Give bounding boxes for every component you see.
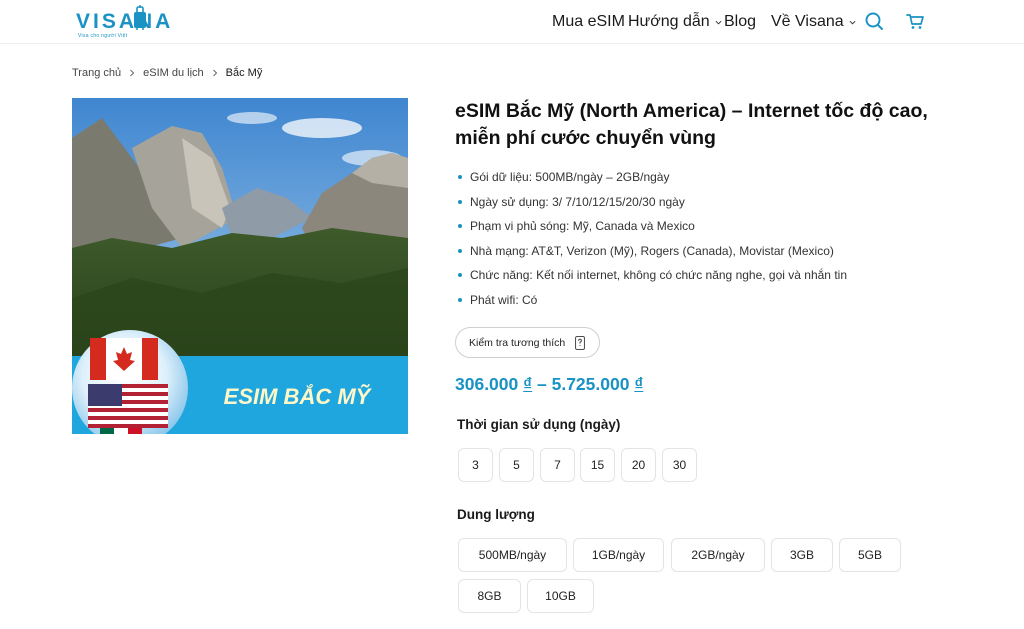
nav-label: Mua eSIM [552,13,625,30]
capacity-option-5gb[interactable]: 5GB [839,538,901,572]
feature-item: Chức năng: Kết nối internet, không có ch… [458,266,847,291]
currency-symbol: ₫ [523,374,533,394]
cart-icon[interactable] [905,11,925,31]
breadcrumb-home[interactable]: Trang chủ [72,67,121,79]
feature-text: Ngày sử dụng: 3/ 7/10/12/15/20/30 ngày [470,194,685,209]
site-header: VISANA Visa cho người Việt Mua eSIM Hướn… [0,0,1024,44]
feature-item: Gói dữ liệu: 500MB/ngày – 2GB/ngày [458,168,847,193]
feature-item: Phạm vi phủ sóng: Mỹ, Canada và Mexico [458,217,847,242]
duration-option-20[interactable]: 20 [621,448,656,482]
nav-label: Hướng dẫn [628,13,710,30]
breadcrumb: Trang chủ eSIM du lịch Bắc Mỹ [72,67,262,79]
price-min: 306.000 [455,374,519,394]
feature-item: Ngày sử dụng: 3/ 7/10/12/15/20/30 ngày [458,193,847,218]
feature-text: Phát wifi: Có [470,292,538,307]
bullet-icon [458,273,462,278]
nav-blog[interactable]: Blog [724,13,756,31]
feature-text: Phạm vi phủ sóng: Mỹ, Canada và Mexico [470,219,695,234]
feature-item: Nhà mạng: AT&T, Verizon (Mỹ), Rogers (Ca… [458,242,847,267]
capacity-option-1gb[interactable]: 1GB/ngày [573,538,664,572]
bullet-icon [458,199,462,204]
nav-label: Blog [724,13,757,30]
chevron-down-icon [715,20,722,24]
duration-label: Thời gian sử dụng (ngày) [457,417,621,432]
duration-option-3[interactable]: 3 [458,448,493,482]
chevron-right-icon [212,69,217,77]
nav-mua-esim[interactable]: Mua eSIM [552,13,625,31]
product-title: eSIM Bắc Mỹ (North America) – Internet t… [455,100,928,149]
bullet-icon [458,297,462,302]
currency-symbol: ₫ [634,374,644,394]
capacity-option-8gb[interactable]: 8GB [458,579,521,613]
price-range: 306.000 ₫ – 5.725.000 ₫ [455,374,643,395]
feature-text: Nhà mạng: AT&T, Verizon (Mỹ), Rogers (Ca… [470,243,834,258]
duration-option-30[interactable]: 30 [662,448,697,482]
logo-text: VISANA [76,10,174,33]
chevron-right-icon [130,69,135,77]
capacity-option-500mb[interactable]: 500MB/ngày [458,538,567,572]
capacity-option-10gb[interactable]: 10GB [527,579,594,613]
duration-option-5[interactable]: 5 [499,448,534,482]
price-separator: – [532,374,552,394]
capacity-option-3gb[interactable]: 3GB [771,538,833,572]
nav-huong-dan[interactable]: Hướng dẫn [628,13,722,31]
chevron-down-icon [849,20,856,24]
duration-option-15[interactable]: 15 [580,448,615,482]
feature-list: Gói dữ liệu: 500MB/ngày – 2GB/ngày Ngày … [458,168,847,316]
bullet-icon [458,248,462,253]
feature-text: Chức năng: Kết nối internet, không có ch… [470,268,847,283]
bullet-icon [458,175,462,179]
breadcrumb-esim-du-lich[interactable]: eSIM du lịch [143,67,204,79]
logo-tagline: Visa cho người Việt [78,33,128,39]
feature-text: Gói dữ liệu: 500MB/ngày – 2GB/ngày [470,170,670,184]
banner-text: ESIM BẮC MỸ [224,384,373,409]
compat-button-label: Kiểm tra tương thích [469,336,566,349]
check-compatibility-button[interactable]: Kiểm tra tương thích [455,327,600,358]
nav-label: Về Visana [771,13,844,30]
capacity-label: Dung lượng [457,507,535,522]
feature-item: Phát wifi: Có [458,291,847,316]
visana-logo[interactable]: VISANA Visa cho người Việt [76,4,170,40]
bullet-icon [458,224,462,229]
nav-ve-visana[interactable]: Về Visana [771,13,856,31]
product-image[interactable]: ESIM BẮC MỸ [72,98,408,434]
price-max: 5.725.000 [551,374,630,394]
capacity-option-2gb[interactable]: 2GB/ngày [671,538,765,572]
search-icon[interactable] [864,11,884,31]
duration-option-7[interactable]: 7 [540,448,575,482]
breadcrumb-current: Bắc Mỹ [225,67,263,79]
phone-question-icon [575,335,586,350]
yosemite-banner-image: ESIM BẮC MỸ [72,98,408,434]
